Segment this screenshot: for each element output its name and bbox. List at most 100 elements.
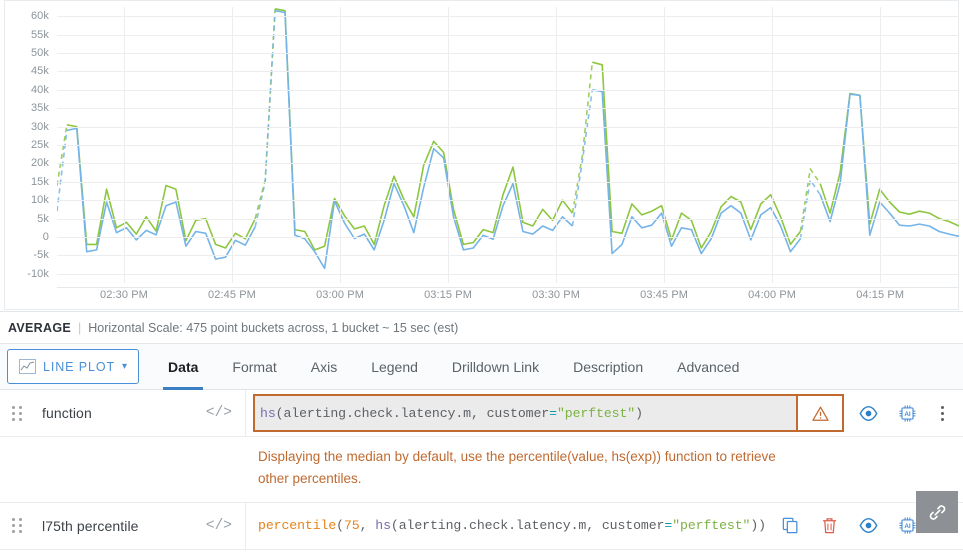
y-axis-tick: -5k xyxy=(33,249,49,262)
drag-handle-icon[interactable] xyxy=(12,405,25,421)
duplicate-button[interactable] xyxy=(775,511,806,541)
expression-token: hs xyxy=(260,405,276,421)
expression-token: "perftest" xyxy=(556,405,636,421)
eye-icon xyxy=(859,518,878,534)
chart-frame: 60k 55k 50k 45k 40k 35k 30k 25k 20k 15k 10k 5k 0 -5k -… xyxy=(4,0,959,310)
series-line xyxy=(274,9,573,270)
y-axis-tick: 60k xyxy=(30,10,49,23)
expression-token: 75 xyxy=(343,518,360,534)
gridline-horizontal xyxy=(57,274,959,275)
y-axis-tick: 25k xyxy=(30,139,49,151)
visibility-toggle-button[interactable] xyxy=(853,511,884,541)
tab-list: Data Format Axis Legend Drilldown Link Descri… xyxy=(151,344,756,390)
y-axis-tick: 55k xyxy=(30,28,49,41)
editor-tab-bar: LINE PLOT ▾ Data Format Axis Legend Drilldow… xyxy=(0,344,963,390)
gridline-vertical xyxy=(880,7,881,283)
y-axis-tick: -10k xyxy=(27,267,49,280)
more-options-button[interactable] xyxy=(933,398,951,428)
y-axis-tick: 15k xyxy=(30,175,49,188)
status-separator: | xyxy=(78,320,82,335)
function-rows-region: function </> hs (alerting.check.latency.m, … xyxy=(0,390,963,550)
chart-status-bar: AVERAGE | Horizontal Scale: 475 point bu… xyxy=(0,312,963,344)
gridline-horizontal xyxy=(57,127,959,128)
tab-label: Format xyxy=(232,358,277,375)
expression-token: (alerting.check.latency.m, customer xyxy=(390,518,665,534)
svg-text:AI: AI xyxy=(904,411,911,418)
function-row: l75th percentile </> percentile(75, hs(ale… xyxy=(0,502,963,550)
ai-chip-icon: AI xyxy=(899,517,916,534)
horizontal-scale-text: Horizontal Scale: 475 point buckets acro… xyxy=(88,320,459,335)
gridline-horizontal xyxy=(57,108,959,109)
chevron-down-icon: ▾ xyxy=(122,360,128,372)
expression-token: ( xyxy=(336,518,344,534)
y-axis-labels: 60k 55k 50k 45k 40k 35k 30k 25k 20k 15k 10k 5k 0 -5k -… xyxy=(5,1,57,289)
warning-message-text: Displaying the median by default, use th… xyxy=(258,449,776,487)
plot-area[interactable] xyxy=(57,7,959,283)
tab-format[interactable]: Format xyxy=(215,344,293,390)
y-axis-tick: 5k xyxy=(37,212,49,225)
tab-axis[interactable]: Axis xyxy=(294,344,354,390)
gridline-vertical xyxy=(556,7,557,283)
x-axis-baseline xyxy=(57,287,959,288)
series-line xyxy=(66,124,256,249)
x-axis-tick: 04:00 PM xyxy=(748,289,797,301)
gridline-horizontal xyxy=(57,237,959,238)
y-axis-tick: 20k xyxy=(30,157,49,170)
svg-text:AI: AI xyxy=(904,523,911,530)
x-axis-tick: 03:30 PM xyxy=(532,289,581,301)
x-axis-tick: 02:30 PM xyxy=(100,289,148,301)
tab-label: Legend xyxy=(371,358,418,375)
line-chart-icon xyxy=(19,359,36,374)
tab-drilldown-link[interactable]: Drilldown Link xyxy=(435,344,556,390)
expression-token: (alerting.check.latency.m, customer xyxy=(275,405,550,421)
x-axis-tick: 03:15 PM xyxy=(424,289,472,301)
ai-assist-button[interactable]: AI xyxy=(892,398,923,428)
gridline-horizontal xyxy=(57,16,959,17)
tab-legend[interactable]: Legend xyxy=(354,344,435,390)
y-axis-tick: 35k xyxy=(30,102,49,115)
x-axis-tick: 04:15 PM xyxy=(856,289,905,301)
tab-label: Data xyxy=(168,358,199,375)
function-name-input[interactable]: l75th percentile xyxy=(25,518,206,534)
link-fab-button[interactable] xyxy=(916,491,958,533)
expression-token: )) xyxy=(750,518,766,534)
drag-handle-icon[interactable] xyxy=(12,518,25,534)
gridline-horizontal xyxy=(57,200,959,201)
series-line xyxy=(57,124,68,186)
aggregation-label: AVERAGE xyxy=(8,320,71,335)
row-warning-indicator[interactable] xyxy=(798,394,844,432)
eye-icon xyxy=(859,405,878,421)
gridline-vertical xyxy=(772,7,773,283)
plot-type-dropdown[interactable]: LINE PLOT ▾ xyxy=(7,349,140,384)
tab-description[interactable]: Description xyxy=(556,344,660,390)
series-line xyxy=(571,62,594,214)
expression-input[interactable]: percentile(75, hs(alerting.check.latency… xyxy=(246,518,766,533)
tab-advanced[interactable]: Advanced xyxy=(660,344,756,390)
code-toggle-icon[interactable]: </> xyxy=(206,405,245,421)
expression-token: hs xyxy=(375,518,391,534)
delete-button[interactable] xyxy=(814,511,845,541)
ai-chip-icon: AI xyxy=(899,404,916,422)
duplicate-icon xyxy=(782,517,798,534)
y-axis-tick: 40k xyxy=(30,83,49,96)
warning-triangle-icon xyxy=(811,406,829,421)
expression-cell: hs (alerting.check.latency.m, customer = "p… xyxy=(246,390,844,436)
chart-panel: 60k 55k 50k 45k 40k 35k 30k 25k 20k 15k 10k 5k 0 -5k -… xyxy=(0,0,963,312)
expression-input[interactable]: hs (alerting.check.latency.m, customer = "p… xyxy=(253,394,798,432)
y-axis-tick: 0 xyxy=(42,231,49,243)
visibility-toggle-button[interactable] xyxy=(853,398,884,428)
y-axis-tick: 50k xyxy=(30,47,49,59)
kebab-menu-icon xyxy=(940,405,944,421)
chain-link-icon xyxy=(929,504,945,520)
function-name-input[interactable]: function xyxy=(25,405,206,421)
y-axis-tick: 10k xyxy=(30,194,49,207)
code-toggle-icon[interactable]: </> xyxy=(206,518,245,534)
function-row-left: l75th percentile </> xyxy=(0,502,246,549)
expression-cell: percentile(75, hs(alerting.check.latency… xyxy=(246,503,771,549)
tab-data[interactable]: Data xyxy=(151,344,215,390)
gridline-horizontal xyxy=(57,145,959,146)
tab-label: Axis xyxy=(310,358,338,375)
series-line xyxy=(819,92,959,227)
x-axis-tick: 03:00 PM xyxy=(316,289,364,301)
gridline-vertical xyxy=(448,7,449,283)
